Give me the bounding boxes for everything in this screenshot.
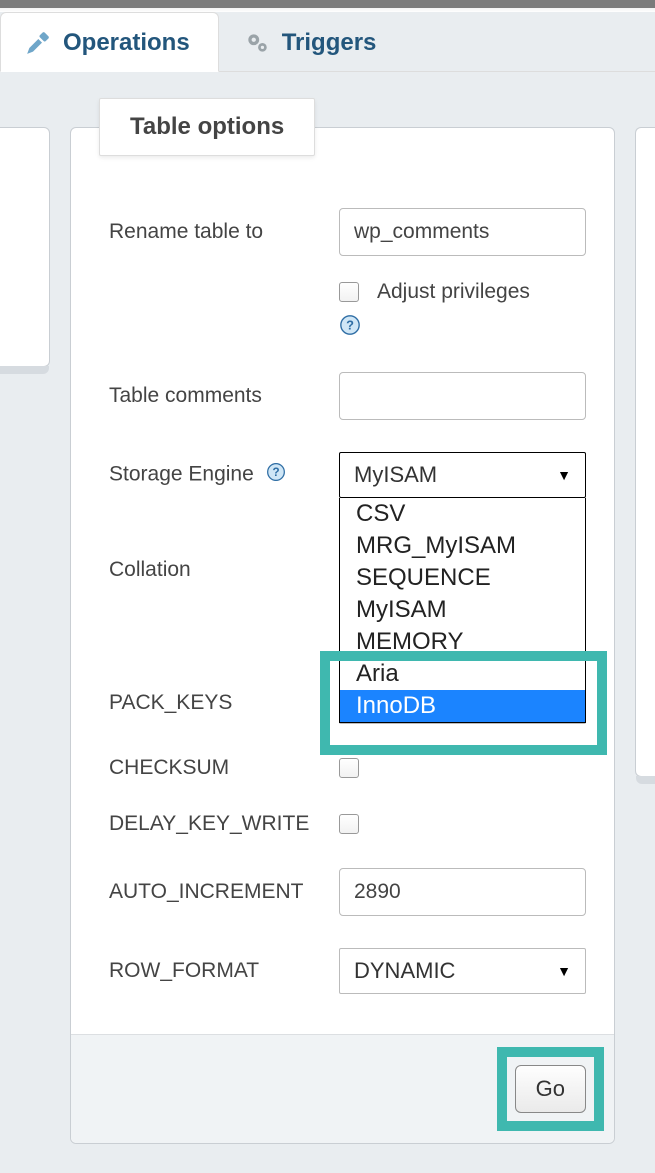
chevron-down-icon: ▼ <box>557 467 571 483</box>
row-comments: Table comments <box>109 372 586 420</box>
storage-engine-option[interactable]: InnoDB <box>340 690 585 722</box>
pack-keys-label: PACK_KEYS <box>109 691 339 715</box>
adjust-privileges-label: Adjust privileges <box>377 280 530 304</box>
wrench-icon <box>25 30 51 56</box>
help-icon[interactable]: ? <box>266 462 286 488</box>
row-adjust-privileges: Adjust privileges <box>109 280 586 304</box>
storage-engine-dropdown: CSVMRG_MyISAMSEQUENCEMyISAMMEMORYAriaInn… <box>339 498 586 723</box>
checksum-checkbox[interactable] <box>339 758 359 778</box>
auto-increment-label: AUTO_INCREMENT <box>109 880 339 904</box>
table-options-panel: Table options Rename table to Adjust pri… <box>70 127 615 1144</box>
row-format-value: DYNAMIC <box>354 958 455 984</box>
row-checksum: CHECKSUM <box>109 756 586 780</box>
content-area: Table options Rename table to Adjust pri… <box>0 72 655 1144</box>
storage-engine-label: Storage Engine ? <box>109 462 339 488</box>
help-icon[interactable]: ? <box>339 319 361 341</box>
tab-triggers[interactable]: Triggers <box>219 12 406 71</box>
tab-triggers-label: Triggers <box>282 29 377 57</box>
rename-input[interactable] <box>339 208 586 256</box>
collation-label: Collation <box>109 558 339 582</box>
storage-engine-option[interactable]: MEMORY <box>340 626 585 658</box>
right-adjacent-panel <box>635 127 655 777</box>
panel-footer: Go <box>71 1034 614 1143</box>
row-rename: Rename table to <box>109 208 586 256</box>
svg-text:?: ? <box>272 466 279 479</box>
svg-text:?: ? <box>346 318 354 333</box>
row-row-format: ROW_FORMAT DYNAMIC ▼ <box>109 948 586 994</box>
storage-engine-select[interactable]: MyISAM ▼ <box>339 452 586 498</box>
storage-engine-select-wrap: MyISAM ▼ CSVMRG_MyISAMSEQUENCEMyISAMMEMO… <box>339 452 586 498</box>
row-format-select[interactable]: DYNAMIC ▼ <box>339 948 586 994</box>
storage-engine-label-text: Storage Engine <box>109 463 254 486</box>
row-delay: DELAY_KEY_WRITE <box>109 812 586 836</box>
storage-engine-option[interactable]: MRG_MyISAM <box>340 530 585 562</box>
tab-operations-label: Operations <box>63 29 190 57</box>
storage-engine-value: MyISAM <box>354 462 437 488</box>
rename-label: Rename table to <box>109 220 339 244</box>
storage-engine-option[interactable]: CSV <box>340 498 585 530</box>
gears-icon <box>244 30 270 56</box>
row-auto-increment: AUTO_INCREMENT <box>109 868 586 916</box>
go-button[interactable]: Go <box>515 1065 586 1113</box>
left-adjacent-panel <box>0 127 50 367</box>
comments-input[interactable] <box>339 372 586 420</box>
delay-checkbox[interactable] <box>339 814 359 834</box>
row-format-label: ROW_FORMAT <box>109 959 339 983</box>
storage-engine-option[interactable]: Aria <box>340 658 585 690</box>
comments-label: Table comments <box>109 384 339 408</box>
row-storage-engine: Storage Engine ? MyISAM ▼ CSVMRG_MyISAMS… <box>109 452 586 498</box>
tab-operations[interactable]: Operations <box>0 12 219 72</box>
adjust-privileges-checkbox[interactable] <box>339 282 359 302</box>
help-row: ? <box>109 314 586 342</box>
tab-bar: Operations Triggers <box>0 12 655 72</box>
panel-legend: Table options <box>99 98 315 156</box>
checksum-label: CHECKSUM <box>109 756 339 780</box>
delay-label: DELAY_KEY_WRITE <box>109 812 339 836</box>
auto-increment-input[interactable] <box>339 868 586 916</box>
storage-engine-option[interactable]: SEQUENCE <box>340 562 585 594</box>
window-top-strip <box>0 0 655 8</box>
chevron-down-icon: ▼ <box>557 963 571 979</box>
storage-engine-option[interactable]: MyISAM <box>340 594 585 626</box>
